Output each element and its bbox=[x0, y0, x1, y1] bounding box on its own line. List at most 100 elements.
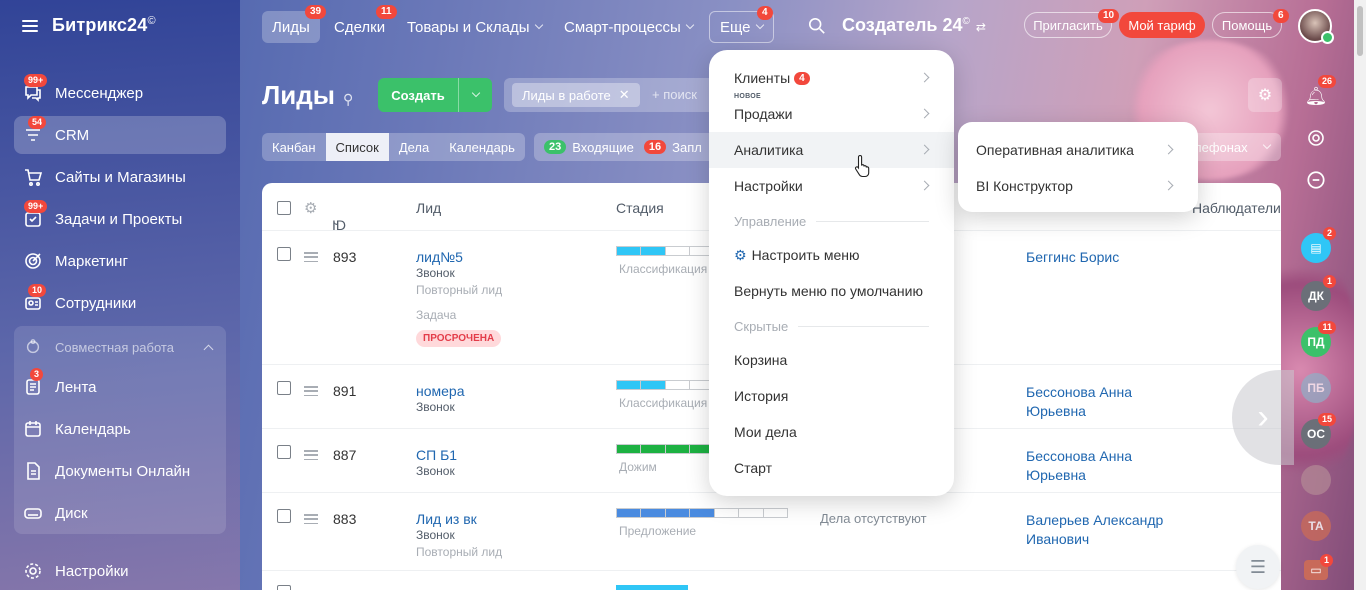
responsible-link[interactable]: Бессонова Анна Юрьевна bbox=[1026, 383, 1186, 421]
topnav-more[interactable]: Еще 4 bbox=[709, 6, 774, 43]
menu-item-trash[interactable]: Корзина bbox=[709, 342, 954, 378]
filter-search[interactable]: Лиды в работе ✕ + поиск bbox=[504, 78, 724, 112]
row-checkbox[interactable] bbox=[277, 585, 291, 590]
settings-sliders-icon[interactable]: ⇄ bbox=[976, 20, 986, 34]
rail-copilot[interactable] bbox=[1292, 160, 1340, 200]
sidebar-item-calendar[interactable]: Календарь bbox=[14, 410, 226, 448]
table-row[interactable]: 883 Лид из вк Звонок Повторный лид Предл… bbox=[262, 493, 1281, 571]
sidebar-item-employees[interactable]: 10 Сотрудники bbox=[14, 284, 226, 322]
menu-item-settings[interactable]: Настройки bbox=[709, 168, 954, 204]
sidebar: Битрикс24© Совместная работа 99+ Мессенд… bbox=[0, 0, 240, 590]
help-button[interactable]: Помощь 6 bbox=[1212, 9, 1289, 38]
topnav-deals[interactable]: Сделки 11 bbox=[324, 5, 397, 43]
menu-item-start[interactable]: Старт bbox=[709, 450, 954, 486]
responsible-link[interactable]: Валерьев Александр Иванович bbox=[1026, 511, 1186, 549]
chevron-up-icon[interactable] bbox=[203, 344, 214, 354]
sidebar-item-documents[interactable]: Документы Онлайн bbox=[14, 452, 226, 490]
drag-handle-icon[interactable] bbox=[304, 252, 318, 262]
rail-contact-os[interactable]: ОС 15 bbox=[1292, 413, 1340, 454]
pin-icon[interactable]: ⚲ bbox=[343, 91, 353, 107]
gear-icon[interactable]: ⚙ bbox=[1248, 78, 1282, 112]
sidebar-item-sites[interactable]: Сайты и Магазины bbox=[14, 158, 226, 196]
sidebar-item-tasks[interactable]: 99+ Задачи и Проекты bbox=[14, 200, 226, 238]
lead-name-link[interactable]: СП Б1 bbox=[416, 447, 457, 463]
stage-progress[interactable] bbox=[616, 508, 788, 518]
row-checkbox[interactable] bbox=[277, 445, 291, 459]
responsible-link[interactable]: Беггинс Борис bbox=[1026, 249, 1119, 265]
menu-item-analytics[interactable]: Аналитика bbox=[709, 132, 954, 168]
rail-contact-photo[interactable] bbox=[1292, 460, 1340, 500]
topnav-products[interactable]: Товары и Склады bbox=[397, 11, 552, 43]
row-checkbox[interactable] bbox=[277, 247, 291, 261]
tab-list[interactable]: Список bbox=[325, 133, 389, 161]
close-icon[interactable]: ✕ bbox=[619, 87, 630, 103]
chat-icon: ▤ 2 bbox=[1301, 227, 1336, 263]
select-all-checkbox[interactable] bbox=[277, 201, 291, 215]
chevron-down-icon[interactable] bbox=[1262, 140, 1271, 150]
topnav-leads[interactable]: Лиды 39 bbox=[262, 5, 327, 43]
user-avatar[interactable] bbox=[1298, 9, 1334, 44]
topnav-smart-processes[interactable]: Смарт-процессы bbox=[554, 11, 703, 43]
rail-chat[interactable]: ▤ 2 bbox=[1292, 227, 1340, 268]
counter-planned-badge[interactable]: 16 bbox=[643, 140, 667, 154]
menu-item-my-activities[interactable]: Мои дела bbox=[709, 414, 954, 450]
logo[interactable]: Битрикс24© bbox=[22, 15, 156, 36]
submenu-item-operational-analytics[interactable]: Оперативная аналитика bbox=[958, 132, 1198, 168]
rail-contact-ta[interactable]: ТА bbox=[1292, 506, 1340, 546]
tab-activities[interactable]: Дела bbox=[389, 133, 439, 161]
responsible-link[interactable]: Бессонова Анна Юрьевна bbox=[1026, 447, 1186, 485]
chevron-down-icon[interactable] bbox=[459, 88, 492, 98]
lead-name-link[interactable]: лид№5 bbox=[416, 249, 502, 265]
rail-contact-dk[interactable]: ДК 1 bbox=[1292, 275, 1340, 316]
scrollbar-thumb[interactable] bbox=[1357, 6, 1363, 56]
sidebar-item-crm[interactable]: 54 CRM bbox=[14, 116, 226, 154]
sidebar-item-feed[interactable]: 3 Лента bbox=[14, 368, 226, 406]
invite-button[interactable]: Пригласить 10 bbox=[1024, 9, 1120, 38]
menu-item-configure[interactable]: ⚙ Настроить меню bbox=[709, 237, 954, 273]
rail-contacts[interactable]: ▭ 1 bbox=[1292, 550, 1340, 590]
sidebar-group-collaboration[interactable]: Совместная работа bbox=[14, 336, 226, 358]
column-lead[interactable]: Лид bbox=[416, 200, 441, 216]
burger-menu-icon[interactable] bbox=[22, 19, 38, 32]
create-button[interactable]: Создать bbox=[378, 78, 492, 112]
menu-item-sales[interactable]: Продажи bbox=[709, 96, 954, 132]
search-placeholder[interactable]: + поиск bbox=[652, 87, 697, 102]
sidebar-item-messenger[interactable]: 99+ Мессенджер bbox=[14, 74, 226, 112]
search-icon[interactable] bbox=[808, 17, 826, 35]
sidebar-item-disk[interactable]: Диск bbox=[14, 494, 226, 532]
tab-calendar[interactable]: Календарь bbox=[439, 133, 525, 161]
stage-progress[interactable] bbox=[616, 585, 688, 590]
column-stage[interactable]: Стадия bbox=[616, 200, 664, 216]
columns-settings-icon[interactable]: ⚙ bbox=[304, 199, 317, 217]
counter-planned[interactable]: Запл bbox=[672, 140, 702, 155]
task-label: Задача bbox=[416, 308, 457, 322]
row-checkbox[interactable] bbox=[277, 381, 291, 395]
rail-contact-pb[interactable]: ПБ bbox=[1292, 368, 1340, 408]
counter-incoming-badge[interactable]: 23 bbox=[544, 140, 567, 154]
drag-handle-icon[interactable] bbox=[304, 514, 318, 524]
tab-kanban[interactable]: Канбан bbox=[262, 133, 326, 161]
stage-segment bbox=[617, 247, 642, 255]
lead-name-link[interactable]: Лид из вк bbox=[416, 511, 502, 527]
portal-brand[interactable]: Создатель 24© ⇄ bbox=[842, 15, 986, 36]
menu-item-history[interactable]: История bbox=[709, 378, 954, 414]
drag-handle-icon[interactable] bbox=[304, 450, 318, 460]
sidebar-item-settings[interactable]: Настройки bbox=[14, 552, 226, 590]
rail-contact-pd[interactable]: ПД 11 bbox=[1292, 321, 1340, 362]
rail-target[interactable] bbox=[1292, 118, 1340, 158]
counter-incoming[interactable]: Входящие bbox=[572, 140, 634, 155]
menu-item-reset[interactable]: Вернуть меню по умолчанию bbox=[709, 273, 954, 309]
sidebar-item-marketing[interactable]: Маркетинг bbox=[14, 242, 226, 280]
my-tariff-button[interactable]: Мой тариф bbox=[1119, 12, 1205, 38]
rail-notifications[interactable]: 🔔︎ 26 bbox=[1292, 75, 1340, 116]
page-scrollbar[interactable] bbox=[1354, 0, 1366, 590]
submenu-item-bi-builder[interactable]: BI Конструктор bbox=[958, 168, 1198, 204]
table-row[interactable] bbox=[262, 571, 1281, 590]
row-checkbox[interactable] bbox=[277, 509, 291, 523]
list-icon[interactable]: ☰ bbox=[1236, 545, 1280, 589]
drag-handle-icon[interactable] bbox=[304, 386, 318, 396]
column-observers[interactable]: Наблюдатели bbox=[1192, 200, 1281, 216]
lead-name-link[interactable]: номера bbox=[416, 383, 465, 399]
filter-tag[interactable]: Лиды в работе ✕ bbox=[512, 83, 640, 107]
menu-item-clients[interactable]: Клиенты 4 bbox=[709, 60, 954, 96]
